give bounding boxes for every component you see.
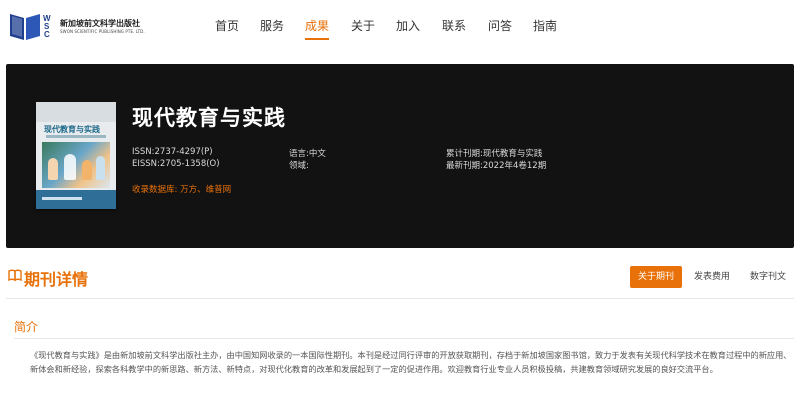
cover-bottom-band — [36, 190, 116, 209]
nav-item-faq[interactable]: 问答 — [488, 17, 512, 34]
journal-hero: 现代教育与实践 现代教育与实践 ISSN:2737-4297(P) EISSN:… — [6, 64, 794, 248]
journal-cover: 现代教育与实践 — [36, 102, 116, 209]
cover-title: 现代教育与实践 — [44, 125, 100, 134]
section-title: 期刊详情 — [24, 270, 89, 289]
journal-title: 现代教育与实践 — [132, 106, 286, 130]
cover-figure — [82, 160, 92, 180]
wsc-mark-icon: W S C — [43, 14, 51, 38]
nav-item-join[interactable]: 加入 — [396, 17, 420, 34]
section-divider — [6, 298, 794, 299]
cover-figure — [64, 154, 76, 180]
brand-name: 新加坡前文科学出版社 — [60, 19, 140, 28]
nav-item-home[interactable]: 首页 — [215, 17, 239, 34]
tab-about-journal[interactable]: 关于期刊 — [630, 266, 682, 288]
cover-subtitle-bar — [46, 135, 106, 138]
cover-top-band — [36, 102, 116, 122]
cumulative-issues: 累计刊期:现代教育与实践 — [446, 149, 543, 159]
journal-language: 语言:中文 — [289, 149, 326, 159]
intro-label: 简介 — [14, 320, 39, 334]
brand-name-en: SWON SCIENTIFIC PUBLISHING PTE. LTD. — [60, 29, 145, 34]
nav-active-underline — [305, 38, 329, 40]
latest-issue: 最新刊期:2022年4卷12期 — [446, 161, 547, 171]
svg-text:C: C — [44, 30, 50, 38]
nav-item-guide[interactable]: 指南 — [533, 17, 557, 34]
book-open-icon — [8, 269, 22, 282]
cover-figure — [48, 158, 58, 180]
intro-text: 《现代教育与实践》是由新加坡前文科学出版社主办，由中国知网收录的一本国际性期刊。… — [30, 350, 792, 374]
tab-publication-fees[interactable]: 发表费用 — [686, 266, 738, 288]
indexed-databases[interactable]: 收录数据库: 万方、维普网 — [132, 183, 231, 195]
tab-digital-articles[interactable]: 数字刊文 — [742, 266, 794, 288]
issn-online: EISSN:2705-1358(O) — [132, 159, 220, 169]
nav-item-services[interactable]: 服务 — [260, 17, 284, 34]
nav-item-contact[interactable]: 联系 — [442, 17, 466, 34]
journal-field: 领域: — [289, 161, 309, 171]
book-logo-icon — [10, 14, 40, 40]
nav-item-achievements[interactable]: 成果 — [305, 17, 329, 34]
detail-tabs: 关于期刊 发表费用 数字刊文 — [630, 266, 794, 288]
journal-details-header: 期刊详情 关于期刊 发表费用 数字刊文 — [6, 262, 794, 294]
cover-figure — [96, 156, 105, 180]
nav-item-about[interactable]: 关于 — [351, 17, 375, 34]
cover-photo — [42, 142, 110, 188]
logo[interactable]: W S C 新加坡前文科学出版社 SWON SCIENTIFIC PUBLISH… — [8, 8, 148, 42]
issn-print: ISSN:2737-4297(P) — [132, 147, 213, 157]
cover-bottom-bar — [42, 197, 82, 200]
top-bar: W S C 新加坡前文科学出版社 SWON SCIENTIFIC PUBLISH… — [0, 0, 800, 50]
intro-divider — [14, 338, 794, 339]
